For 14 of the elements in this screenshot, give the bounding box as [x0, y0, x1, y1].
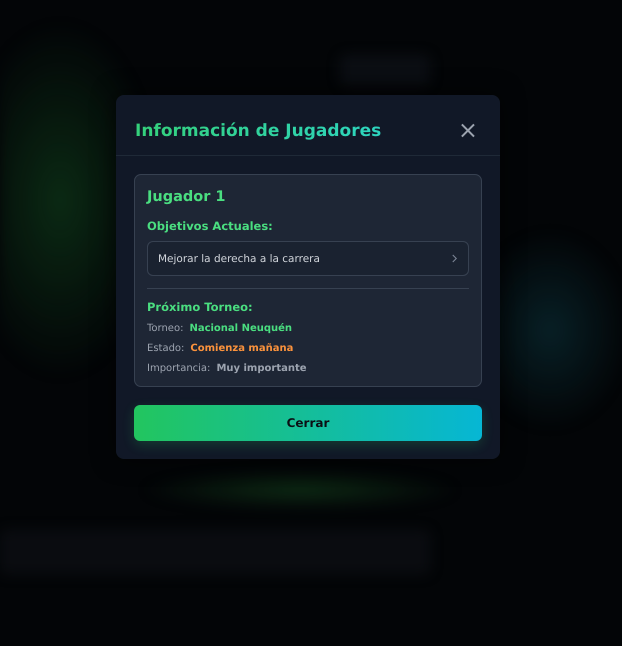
chevron-icon: [451, 254, 458, 263]
detail-value: Comienza mañana: [190, 343, 294, 354]
detail-label: Torneo:: [147, 323, 184, 334]
modal-title: Información de Jugadores: [135, 121, 382, 141]
detail-label: Importancia:: [147, 363, 210, 374]
section-heading: Próximo Torneo:: [147, 300, 254, 314]
section-heading: Objetivos Actuales:: [147, 219, 274, 233]
goal-item[interactable]: Mejorar la derecha a la carrera: [147, 241, 469, 276]
close-dialog-button[interactable]: Cerrar: [134, 405, 482, 441]
close-button[interactable]: ×: [454, 118, 482, 142]
player-name: Jugador 1: [147, 189, 227, 205]
detail-value: Muy importante: [216, 363, 307, 374]
detail-label: Estado:: [147, 343, 184, 354]
detail-value: Nacional Neuquén: [189, 323, 292, 334]
